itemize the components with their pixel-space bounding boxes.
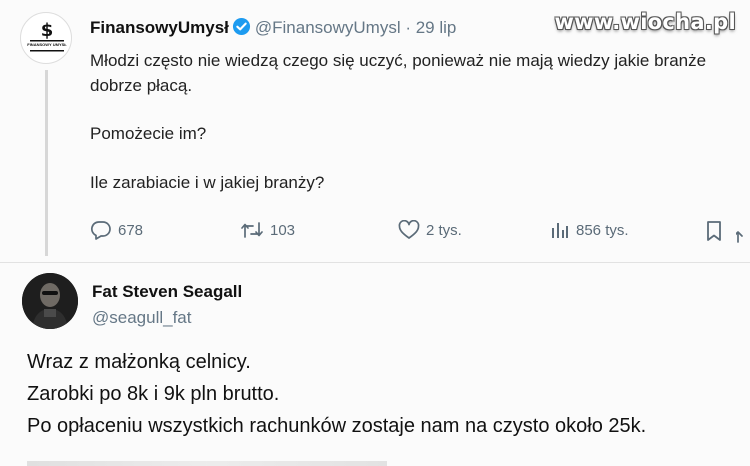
site-watermark: www.wiocha.pl — [554, 10, 736, 34]
reply-button[interactable]: 678 — [90, 220, 143, 240]
bookmark-button[interactable] — [704, 220, 724, 242]
author-avatar[interactable]: $ FINANSOWY UMYSŁ — [20, 12, 72, 64]
reply-text: Wraz z małżonką celnicy. Zarobki po 8k i… — [27, 346, 646, 442]
tweet-paragraph: Pomożecie im? — [90, 124, 207, 143]
tweet-text: Młodzi często nie wiedzą czego się uczyć… — [90, 48, 730, 195]
svg-text:$: $ — [41, 20, 54, 41]
thread-line — [45, 70, 48, 256]
views-button[interactable]: 856 tys. — [550, 220, 629, 240]
share-icon — [736, 220, 744, 244]
tweet-date[interactable]: · 29 lip — [405, 18, 456, 37]
reply-line: Po opłaceniu wszystkich rachunków zostaj… — [27, 415, 647, 437]
retweet-icon — [240, 220, 264, 240]
reply-author-avatar[interactable] — [22, 273, 78, 329]
tweet-header: FinansowyUmysł @FinansowyUmysl · 29 lip — [90, 17, 456, 41]
retweet-count: 103 — [270, 221, 296, 239]
tweet-paragraph: Młodzi często nie wiedzą czego się uczyć… — [90, 51, 707, 95]
verified-badge-icon — [232, 17, 251, 41]
person-silhouette-icon — [22, 273, 78, 329]
like-button[interactable]: 2 tys. — [398, 220, 462, 240]
share-button[interactable] — [736, 220, 744, 244]
reply-line: Zarobki po 8k i 9k pln brutto. — [27, 383, 280, 405]
reply-author-handle[interactable]: @seagull_fat — [92, 308, 192, 328]
retweet-button[interactable]: 103 — [240, 220, 295, 240]
views-chart-icon — [550, 220, 570, 240]
reply-icon — [90, 220, 112, 240]
author-name[interactable]: FinansowyUmysł — [90, 18, 229, 37]
tweet-paragraph: Ile zarabiacie i w jakiej branży? — [90, 173, 325, 192]
tweet-action-bar: 678 103 2 tys. 856 tys. — [90, 220, 743, 246]
reply-count: 678 — [118, 221, 144, 239]
author-handle[interactable]: @FinansowyUmysl — [255, 18, 401, 37]
views-count: 856 tys. — [576, 221, 629, 239]
reply-line: Wraz z małżonką celnicy. — [27, 351, 251, 373]
reply-author-name[interactable]: Fat Steven Seagall — [92, 282, 242, 302]
cropped-next-line — [27, 461, 387, 466]
avatar-logo-text: FINANSOWY UMYSŁ — [27, 42, 67, 47]
tweet-divider — [0, 262, 750, 263]
bookmark-icon — [704, 220, 724, 242]
like-count: 2 tys. — [426, 221, 462, 239]
heart-icon — [398, 220, 420, 240]
dollar-logo-icon: $ — [30, 20, 64, 52]
